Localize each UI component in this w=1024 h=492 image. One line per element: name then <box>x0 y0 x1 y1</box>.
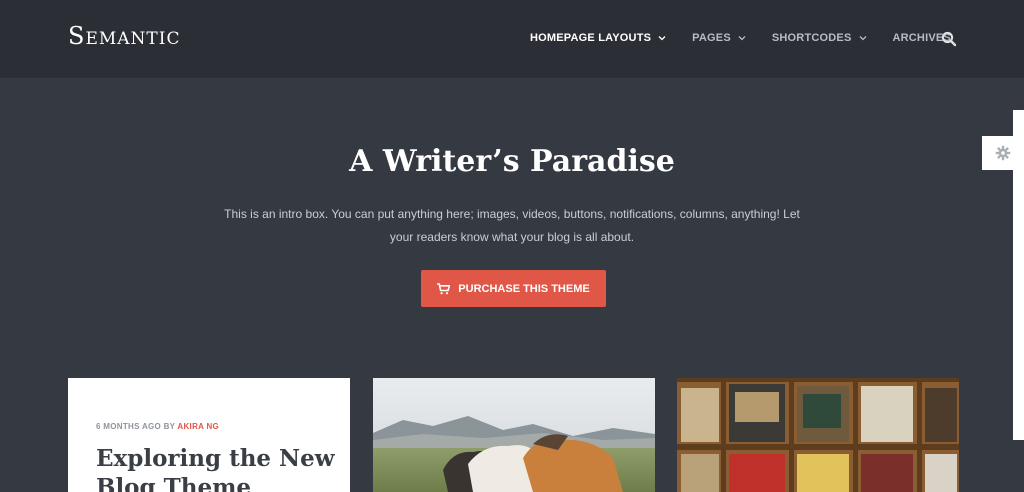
shopping-cart-icon <box>437 282 451 294</box>
chevron-down-icon <box>738 36 746 41</box>
purchase-theme-button[interactable]: PURCHASE THIS THEME <box>421 270 606 307</box>
horses-landscape-photo <box>373 378 655 492</box>
post-card-image[interactable] <box>373 378 655 492</box>
post-meta: 6 MONTHS AGO BY AKIRA NG <box>96 422 219 431</box>
nav-item-shortcodes[interactable]: SHORTCODES <box>772 32 867 44</box>
chevron-down-icon <box>859 36 866 41</box>
nav-item-label: HOMEPAGE LAYOUTS <box>530 32 652 44</box>
site-logo[interactable]: Semantic <box>68 22 180 50</box>
hero-title: A Writer’s Paradise <box>349 144 675 179</box>
nav-item-pages[interactable]: PAGES <box>692 32 746 44</box>
settings-toggle[interactable] <box>982 136 1024 170</box>
post-card-image[interactable] <box>677 378 959 492</box>
post-author-link[interactable]: AKIRA NG <box>177 422 219 431</box>
hero-intro-text: This is an intro box. You can put anythi… <box>224 207 800 244</box>
nav-item-homepage-layouts[interactable]: HOMEPAGE LAYOUTS <box>530 32 666 44</box>
search-icon[interactable] <box>941 31 957 47</box>
post-card[interactable]: 6 MONTHS AGO BY AKIRA NG Exploring the N… <box>68 378 350 492</box>
site-header: Semantic HOMEPAGE LAYOUTS PAGES SHORTCOD… <box>0 0 1024 78</box>
chevron-down-icon <box>658 36 666 41</box>
purchase-theme-label: PURCHASE THIS THEME <box>458 282 590 295</box>
post-title[interactable]: Exploring the New Blog Theme <box>96 444 336 492</box>
post-date: 6 MONTHS AGO BY <box>96 422 178 431</box>
main-nav: HOMEPAGE LAYOUTS PAGES SHORTCODES ARCHIV… <box>530 32 951 44</box>
nav-item-label: SHORTCODES <box>771 32 852 44</box>
gear-icon <box>995 145 1011 161</box>
nav-item-label: PAGES <box>692 32 731 44</box>
record-shelf-photo <box>677 378 959 492</box>
